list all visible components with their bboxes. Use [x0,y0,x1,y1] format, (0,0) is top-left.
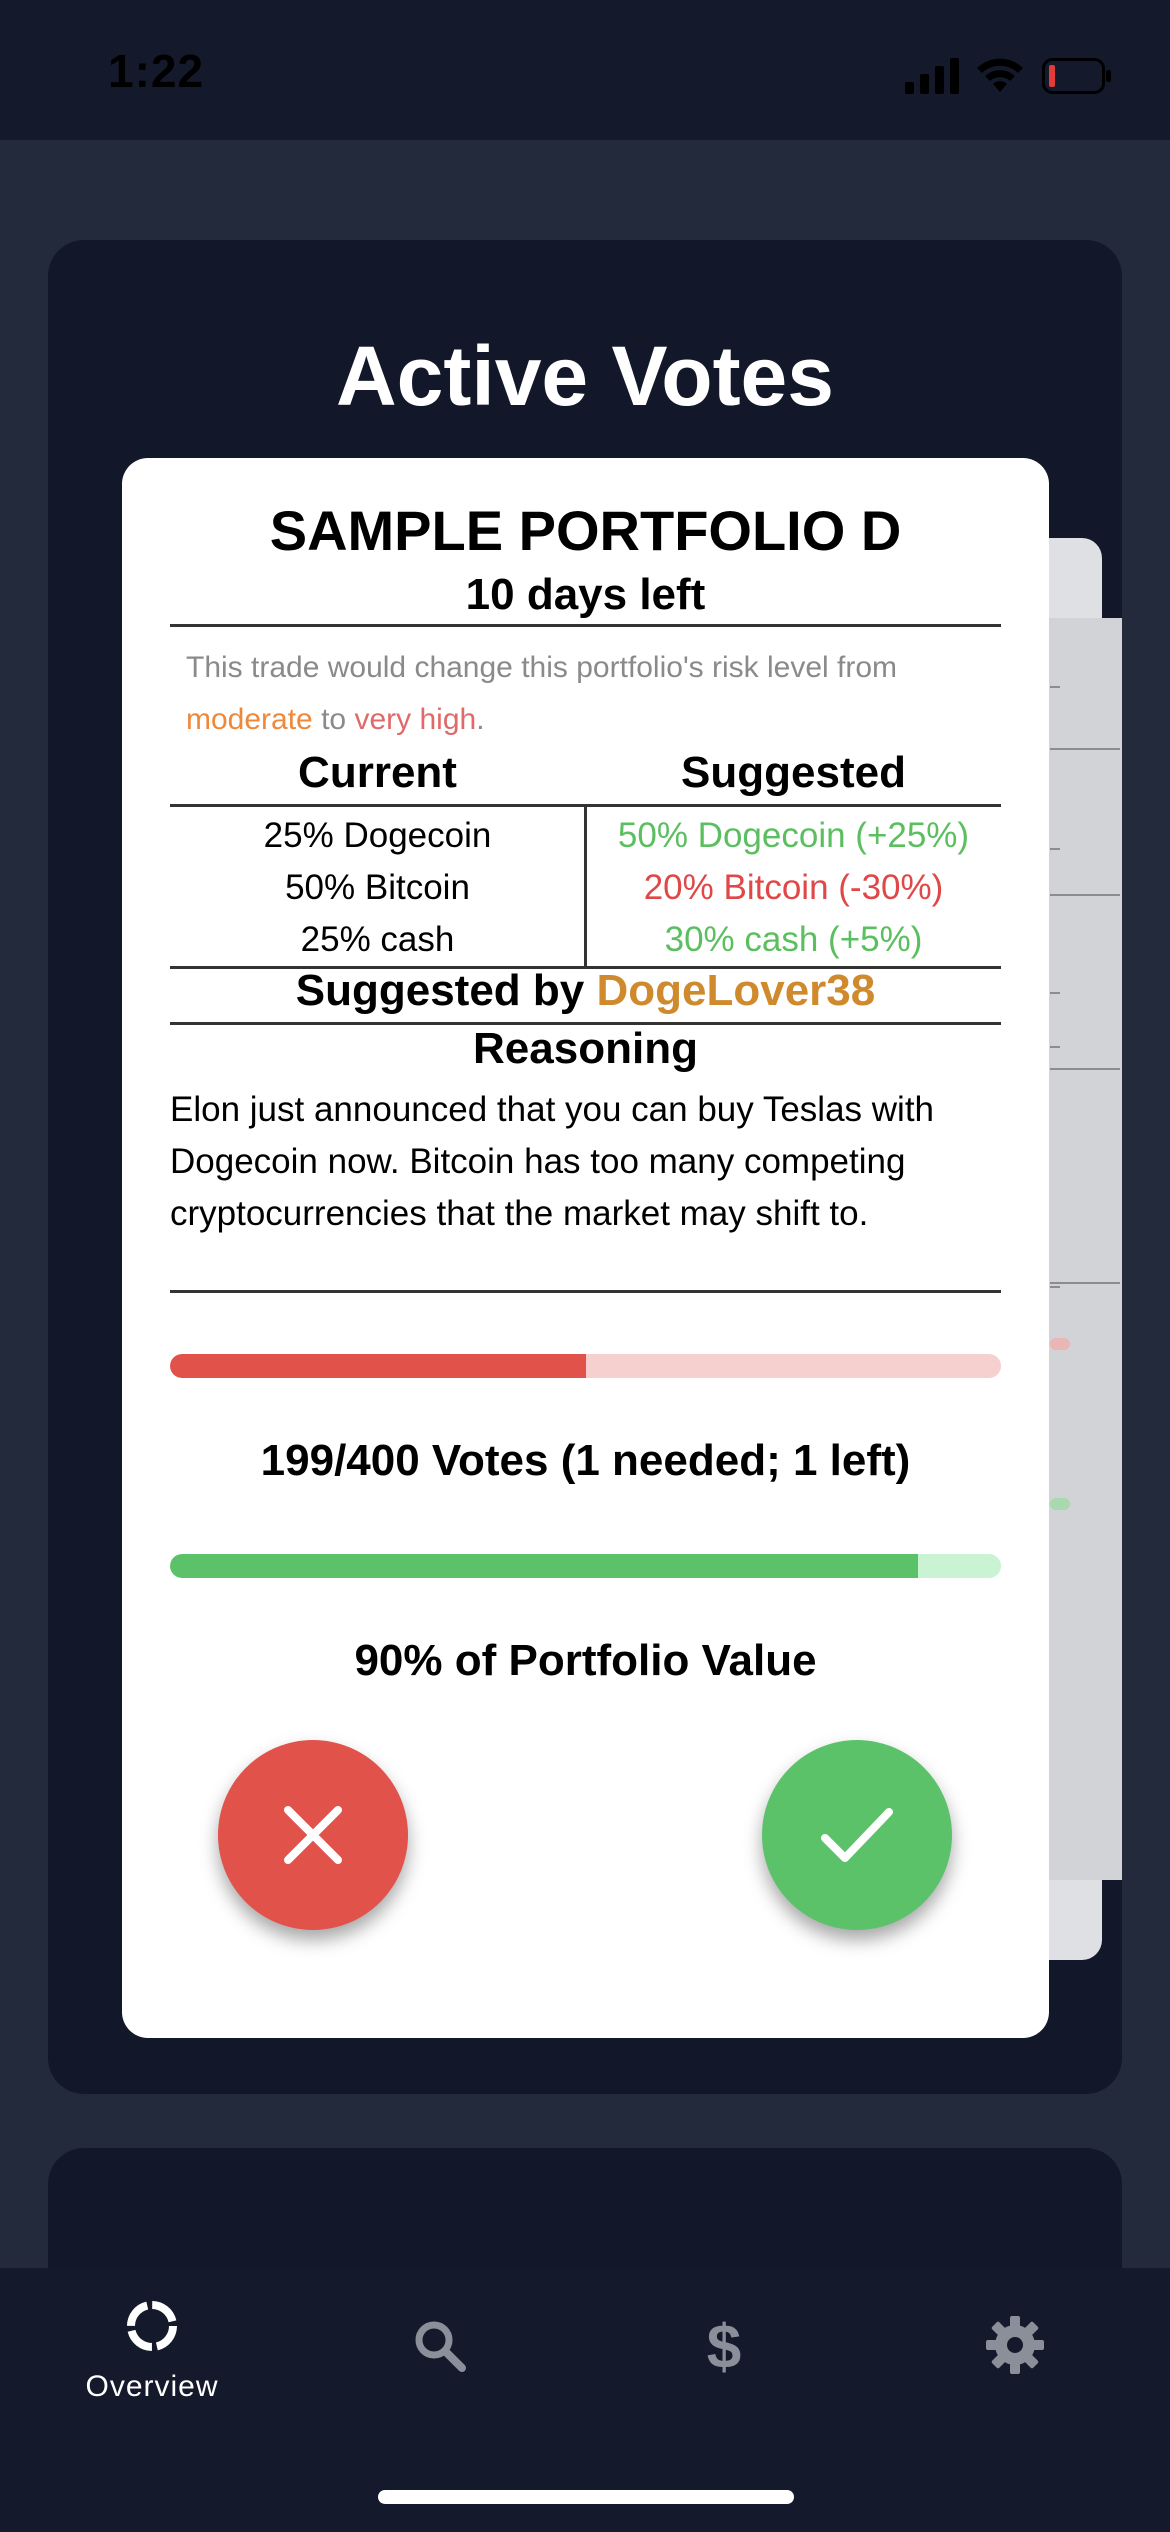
ghost-divider [1050,686,1060,688]
suggested-allocation: 20% Bitcoin (-30%) [643,868,944,907]
risk-mid: to [321,703,347,736]
value-progress-fill [170,1554,918,1578]
risk-to: very high [354,703,477,736]
tab-settings[interactable] [870,2268,1162,2468]
home-indicator[interactable] [378,2490,794,2504]
current-header: Current [298,748,457,797]
tab-search[interactable] [292,2268,584,2468]
tab-label-overview: Overview [85,2370,219,2403]
ghost-divider [1050,1046,1060,1048]
gear-icon [986,2316,1044,2374]
dollar-icon: $ [707,2314,741,2378]
days-left: 10 days left [465,570,706,619]
ghost-divider [1050,848,1060,850]
suggested-by: Suggested by DogeLover38 [122,966,1049,1016]
ghost-divider [1050,1068,1120,1070]
portfolio-value-percent: 90% of Portfolio Value [354,1636,817,1685]
reject-button[interactable] [218,1740,408,1930]
ghost-divider [1050,1286,1060,1288]
risk-from: moderate [186,703,313,736]
ghost-divider [1050,1282,1120,1284]
cellular-signal-icon [905,58,959,94]
divider [170,624,1001,627]
tab-overview[interactable]: Overview [6,2268,298,2468]
ghost-progress [1050,1338,1070,1350]
reasoning-text: Elon just announced that you can buy Tes… [170,1090,935,1233]
approve-button[interactable] [762,1740,952,1930]
page-title: Active Votes [336,329,834,423]
suggester-username[interactable]: DogeLover38 [596,966,875,1015]
reasoning-header: Reasoning [473,1024,698,1073]
ghost-divider [1050,992,1060,994]
current-allocation: 25% Dogecoin [263,816,492,855]
vote-card: SAMPLE PORTFOLIO D 10 days left This tra… [122,458,1049,2038]
suggested-allocation: 50% Dogecoin (+25%) [617,816,970,855]
ghost-divider [1050,894,1120,896]
risk-prefix: This trade would change this portfolio's… [186,651,898,684]
votes-count: 199/400 Votes (1 needed; 1 left) [260,1436,911,1485]
current-allocation: 50% Bitcoin [285,868,470,907]
suggested-header: Suggested [681,748,906,797]
tab-wallet[interactable]: $ [580,2268,872,2468]
value-progress-bar [170,1554,1001,1578]
votes-progress-bar [170,1354,1001,1378]
search-icon [415,2321,466,2372]
battery-icon [1042,58,1111,94]
svg-text:$: $ [707,2314,741,2378]
votes-progress-fill [170,1354,586,1378]
suggested-by-label: Suggested by [295,966,585,1015]
wifi-icon [977,58,1023,92]
status-time: 1:22 [108,45,205,97]
current-allocation: 25% cash [300,920,455,959]
overview-icon [127,2301,177,2351]
suggested-allocation: 30% cash (+5%) [664,920,923,959]
ghost-divider [1050,748,1120,750]
checkmark-icon [821,1808,893,1862]
portfolio-title: SAMPLE PORTFOLIO D [269,499,902,562]
risk-change-text: This trade would change this portfolio's… [186,642,1006,746]
status-bar: 1:22 [0,0,1170,140]
divider [170,1290,1001,1293]
close-icon [284,1806,342,1864]
risk-suffix: . [476,703,485,736]
ghost-progress [1050,1498,1070,1510]
